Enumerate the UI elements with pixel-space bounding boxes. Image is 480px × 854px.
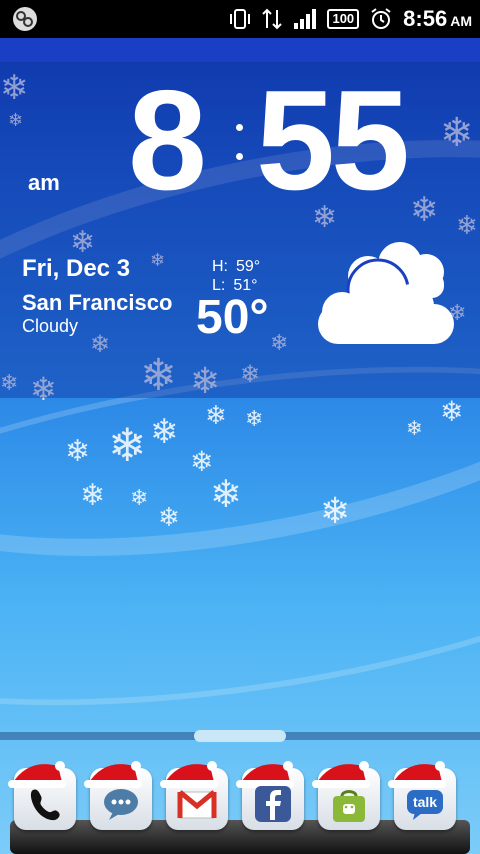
dock: talk <box>0 760 480 854</box>
clock-colon <box>236 124 244 164</box>
status-time: 8:56 AM <box>403 6 472 31</box>
gmail-app-icon[interactable] <box>160 761 228 830</box>
talk-app-icon[interactable]: talk <box>388 761 456 830</box>
snowflake: ❄ <box>80 479 106 512</box>
clock-minute[interactable]: 55 <box>256 70 410 212</box>
cloud-icon[interactable] <box>308 232 458 350</box>
svg-text:talk: talk <box>413 794 437 810</box>
phone-app-icon[interactable] <box>8 761 76 830</box>
messaging-app-icon[interactable] <box>84 761 152 830</box>
phone-icon <box>30 789 60 821</box>
market-app-icon[interactable] <box>312 761 380 830</box>
snowflake: ❄ <box>150 413 179 451</box>
signal-icon <box>294 9 317 29</box>
snowflake: ❄ <box>130 485 149 510</box>
app-drawer-handle[interactable] <box>194 730 286 742</box>
gmail-icon <box>177 790 217 819</box>
clock-hour[interactable]: 8 <box>128 70 207 212</box>
snowflake: ❄ <box>210 474 242 516</box>
battery-icon: 100 <box>327 9 360 29</box>
alarm-icon <box>371 8 391 29</box>
snowflake: ❄ <box>406 418 423 440</box>
snowflake: ❄ <box>158 502 180 532</box>
top-band <box>0 38 480 62</box>
snowflake: ❄ <box>205 400 227 430</box>
talk-icon: talk <box>407 790 443 820</box>
snowflake: ❄ <box>440 396 464 427</box>
weather-condition: Cloudy <box>22 316 79 336</box>
snowflake: ❄ <box>320 490 351 531</box>
snowflake: ❄ <box>245 406 264 431</box>
status-bar: 100 8:56 AM <box>0 0 480 38</box>
data-transfer-icon <box>262 8 283 30</box>
snowflake: ❄ <box>65 435 91 468</box>
messaging-icon[interactable] <box>12 6 38 32</box>
weather-date: Fri, Dec 3 <box>22 255 131 282</box>
facebook-icon <box>255 786 291 822</box>
weather-city: San Francisco <box>22 290 173 315</box>
clock-ampm: am <box>28 170 60 195</box>
chat-bubble-icon <box>104 789 138 820</box>
weather-high: H: 59° <box>212 258 261 275</box>
android-market-icon <box>333 790 365 822</box>
facebook-app-icon[interactable] <box>236 761 304 830</box>
vibrate-icon <box>230 9 251 29</box>
snowflake: ❄ <box>108 419 147 471</box>
weather-temperature[interactable]: 50° <box>196 290 269 345</box>
